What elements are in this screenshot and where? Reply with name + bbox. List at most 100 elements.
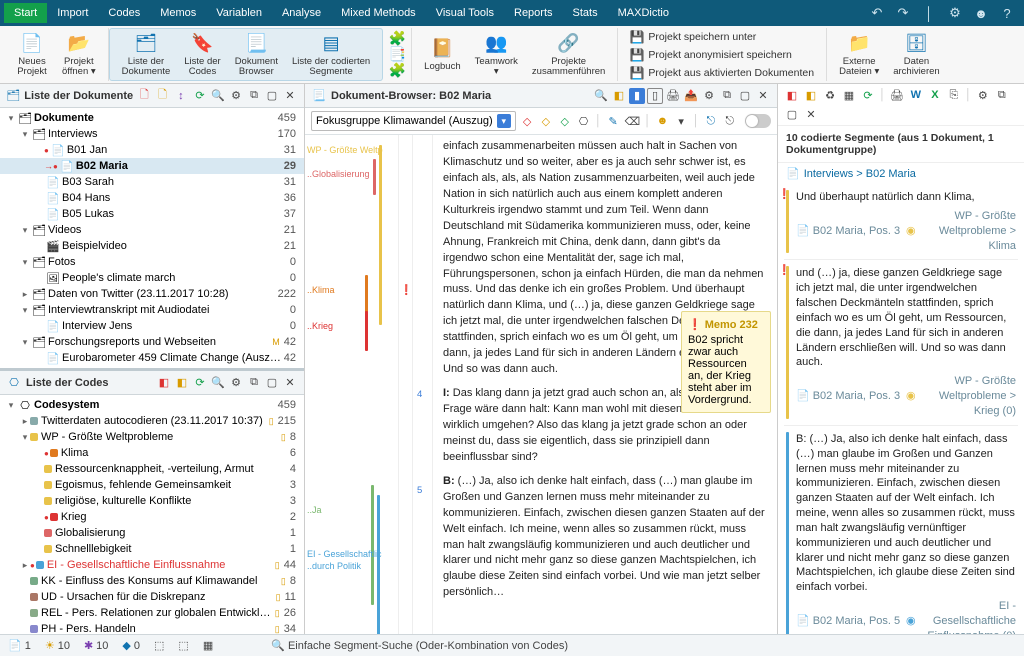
segment-code[interactable]: ◉WP - Größte Weltprobleme > Krieg (0) [906, 374, 1016, 419]
refresh-icon[interactable]: ⟳ [192, 375, 208, 391]
code-tool-1[interactable]: ◧ [156, 375, 172, 391]
code-node[interactable]: UD - Ursachen für die Diskrepanz ▯ 11 [0, 589, 304, 605]
doc-node[interactable]: 🎬 Beispielvideo 21 [0, 238, 304, 254]
search-icon[interactable]: 🔍 [210, 375, 226, 391]
maximize-icon[interactable]: ▢ [264, 88, 280, 104]
search-icon[interactable]: 🔍 [210, 88, 226, 104]
segment[interactable]: ❗ Und überhaupt natürlich dann Klima, 📄B… [784, 184, 1018, 260]
ribbon-teamwork[interactable]: 👥Teamwork ▾ [469, 30, 524, 80]
rt-2[interactable]: ◧ [803, 87, 819, 103]
rt-print[interactable]: 🖨 [889, 87, 905, 103]
menu-tab-import[interactable]: Import [47, 3, 98, 23]
status-icon-a[interactable]: ⬚ [154, 639, 164, 652]
rt-3[interactable]: ♻ [822, 87, 838, 103]
segment[interactable]: ❗ und (…) ja, diese ganzen Geldkriege sa… [784, 260, 1018, 425]
menu-tab-mixed methods[interactable]: Mixed Methods [331, 3, 426, 23]
menu-tab-visual tools[interactable]: Visual Tools [426, 3, 504, 23]
maximize-icon[interactable]: ▢ [264, 375, 280, 391]
ribbon-daten[interactable]: 🗄Daten archivieren [887, 30, 945, 80]
menu-tab-reports[interactable]: Reports [504, 3, 563, 23]
settings-icon[interactable]: ⚙ [701, 88, 717, 104]
undo-icon[interactable]: ↶ [868, 4, 886, 22]
menu-tab-codes[interactable]: Codes [98, 3, 150, 23]
expand-icon[interactable]: ▸ [20, 560, 30, 571]
strip-label[interactable]: EI - Gesellschaftlic [307, 549, 382, 559]
segment-source[interactable]: 📄B02 Maria, Pos. 5 [796, 599, 900, 634]
doc-node[interactable]: 📄 B03 Sarah 31 [0, 174, 304, 190]
ribbon-mini-icon[interactable]: 🧩 [389, 31, 405, 47]
rt-window[interactable]: ⧉ [994, 87, 1010, 103]
ribbon-liste-der[interactable]: 🔖Liste der Codes [178, 30, 226, 80]
ribbon-liste-der[interactable]: 🗂Liste der Dokumente [116, 30, 177, 80]
code-node[interactable]: ▾ ⎔ Codesystem 459 [0, 397, 304, 413]
rt-close[interactable]: ✕ [803, 106, 819, 122]
doc-node[interactable]: ▾ 🗂 Interviewtranskript mit Audiodatei 0 [0, 302, 304, 318]
ribbon-projekte[interactable]: 🔗Projekte zusammenführen [526, 30, 611, 80]
memo-icon[interactable]: ▯ [276, 592, 281, 603]
code-node[interactable]: religiöse, kulturelle Konflikte 3 [0, 493, 304, 509]
ct-5[interactable]: ✎ [606, 113, 621, 129]
strip-bar[interactable] [373, 159, 376, 195]
segment-code[interactable]: ◉WP - Größte Weltprobleme > Klima [906, 209, 1016, 254]
memo-marker-icon[interactable]: ❗ [400, 285, 412, 296]
expand-icon[interactable]: ▾ [6, 113, 16, 124]
doc-tool-2[interactable]: 🗋 [155, 88, 169, 104]
toggle-switch[interactable] [745, 114, 771, 128]
doc-node[interactable]: 📄 Eurobarometer 459 Climate Change (Ausz… [0, 350, 304, 366]
code-node[interactable]: ▸ Twitterdaten autocodieren (23.11.2017 … [0, 413, 304, 429]
segment[interactable]: B: (…) Ja, also ich denke halt einfach, … [784, 426, 1018, 634]
code-node[interactable]: Schnelllebigkeit 1 [0, 541, 304, 557]
ct-9[interactable]: ⎋ [703, 113, 718, 129]
ct-8[interactable]: ▾ [674, 113, 689, 129]
ribbon-projekt-speichern-unter[interactable]: 💾Projekt speichern unter [624, 28, 762, 46]
menu-tab-variablen[interactable]: Variablen [206, 3, 272, 23]
refresh-icon[interactable]: ⟳ [192, 88, 208, 104]
segment-code[interactable]: ◉EI - Gesellschaftliche Einflussnahme (0… [906, 599, 1016, 634]
strip-bar[interactable] [365, 275, 368, 315]
expand-icon[interactable]: ▾ [6, 400, 16, 411]
doc-node[interactable]: 📄 Webseite Bundeszentrale für politische… [0, 366, 304, 368]
rt-5[interactable]: ⟳ [860, 87, 876, 103]
rt-word[interactable]: W [908, 87, 924, 103]
memo-icon[interactable]: ◧ [611, 88, 627, 104]
status-icon-c[interactable]: ▦ [203, 639, 213, 652]
ribbon-projekt[interactable]: 📂Projekt öffnen ▾ [56, 30, 102, 80]
toggle2-icon[interactable]: ▯ [647, 88, 663, 104]
segments-list[interactable]: ❗ Und überhaupt natürlich dann Klima, 📄B… [778, 184, 1024, 634]
doc-node[interactable]: 📄 B04 Hans 36 [0, 190, 304, 206]
memo-icon[interactable]: M [272, 337, 280, 347]
rt-html[interactable]: ⎘ [946, 87, 962, 103]
memo-icon[interactable]: ▯ [275, 608, 280, 619]
memo-icon[interactable]: ▯ [275, 560, 280, 571]
ct-1[interactable]: ◇ [520, 113, 535, 129]
strip-label[interactable]: ..Klima [307, 285, 335, 295]
rt-1[interactable]: ◧ [784, 87, 800, 103]
menu-tab-stats[interactable]: Stats [563, 3, 608, 23]
window-icon[interactable]: ⧉ [246, 375, 262, 391]
search-icon[interactable]: 🔍 [593, 88, 609, 104]
expand-icon[interactable]: ▾ [20, 337, 30, 348]
settings-icon[interactable]: ⚙ [228, 375, 244, 391]
ribbon-logbuch[interactable]: 📔Logbuch [418, 35, 466, 74]
code-node[interactable]: KK - Einfluss des Konsums auf Klimawande… [0, 573, 304, 589]
menu-tab-maxdictio[interactable]: MAXDictio [608, 3, 679, 23]
strip-label[interactable]: WP - Größte Weltp [307, 145, 383, 155]
settings-icon[interactable]: ⚙ [228, 88, 244, 104]
doc-tool-1[interactable]: 🗋 [137, 88, 151, 104]
smiley-icon[interactable]: ☻ [972, 4, 990, 22]
memo-icon[interactable]: ▯ [269, 416, 274, 427]
code-node[interactable]: REL - Pers. Relationen zur globalen Entw… [0, 605, 304, 621]
doc-node[interactable]: ▾ 🗂 Forschungsreports und Webseiten M 42 [0, 334, 304, 350]
code-node[interactable]: ● Klima 6 [0, 445, 304, 461]
code-node[interactable]: Egoismus, fehlende Gemeinsamkeit 3 [0, 477, 304, 493]
code-node[interactable]: ▾ WP - Größte Weltprobleme ▯ 8 [0, 429, 304, 445]
expand-icon[interactable]: ▾ [20, 225, 30, 236]
strip-label[interactable]: ..Globalisierung [307, 169, 370, 179]
menu-tab-start[interactable]: Start [4, 3, 47, 23]
ribbon-externe[interactable]: 📁Externe Dateien ▾ [833, 30, 885, 80]
expand-icon[interactable]: ▾ [20, 257, 30, 268]
paragraph[interactable]: B: (…) Ja, also ich denke halt einfach, … [443, 474, 767, 602]
memo-icon[interactable]: ▯ [281, 576, 286, 587]
strip-label[interactable]: ..durch Politik [307, 561, 361, 571]
doc-node[interactable]: ● 📄 B01 Jan 31 [0, 142, 304, 158]
